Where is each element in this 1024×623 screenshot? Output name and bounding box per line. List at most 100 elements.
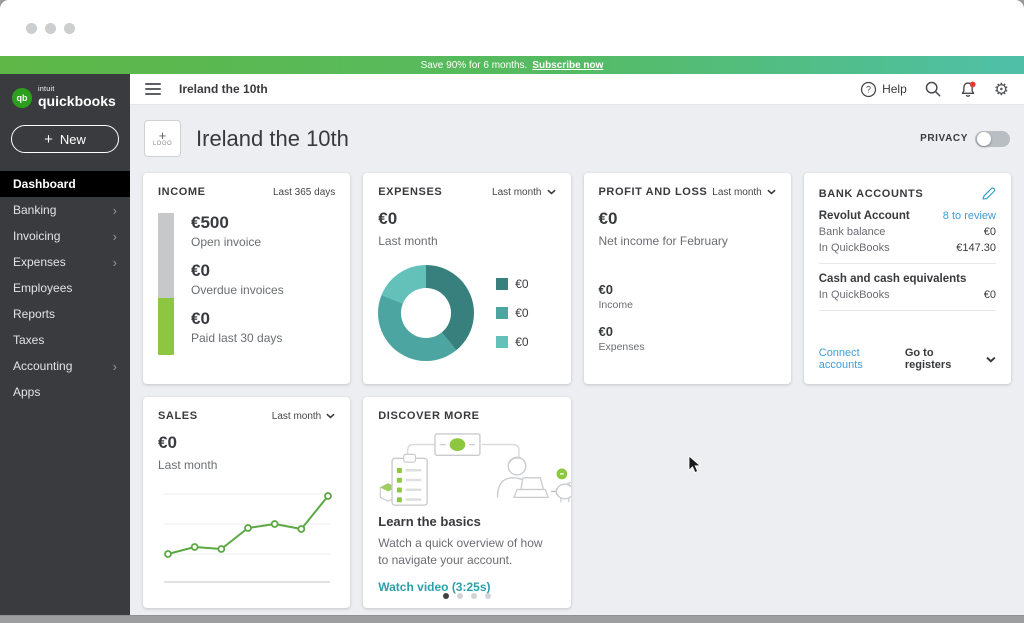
sidebar-item-banking[interactable]: Banking ›: [0, 197, 130, 223]
carousel-dots: [363, 593, 570, 599]
legend-item: €0: [496, 335, 528, 349]
income-card: INCOME Last 365 days €500 Op: [143, 173, 350, 384]
connect-accounts-link[interactable]: Connect accounts: [819, 347, 905, 371]
sidebar-item-taxes[interactable]: Taxes: [0, 327, 130, 353]
discover-illustration: [378, 429, 570, 511]
window-close-button[interactable]: [26, 23, 37, 34]
divider: [819, 263, 996, 264]
income-overdue-invoices[interactable]: €0 Overdue invoices: [191, 261, 284, 297]
to-review-link[interactable]: 8 to review: [943, 210, 996, 222]
help-label: Help: [882, 82, 907, 96]
expenses-legend: €0 €0 €0: [496, 277, 528, 349]
gear-icon: ⚙: [994, 81, 1009, 98]
notifications-button[interactable]: [959, 80, 977, 99]
privacy-label: PRIVACY: [920, 133, 968, 144]
expenses-card: EXPENSES Last month €0 Last month: [363, 173, 570, 384]
sidebar-item-invoicing[interactable]: Invoicing ›: [0, 223, 130, 249]
promo-text: Save 90% for 6 months.: [421, 60, 528, 71]
discover-description: Watch a quick overview of how to navigat…: [378, 535, 555, 570]
income-title: INCOME: [158, 186, 206, 198]
sales-line-chart: [158, 482, 336, 586]
chevron-down-icon: [767, 189, 776, 195]
expenses-title: EXPENSES: [378, 186, 442, 198]
go-to-registers-dropdown[interactable]: Go to registers: [905, 347, 996, 371]
window-minimize-button[interactable]: [45, 23, 56, 34]
search-icon: [924, 80, 942, 98]
plus-icon: +: [159, 130, 167, 141]
bank-accounts-title: BANK ACCOUNTS: [819, 188, 924, 200]
promo-banner: Save 90% for 6 months. Subscribe now: [0, 56, 1024, 74]
divider: [819, 310, 996, 311]
help-icon: ?: [860, 81, 877, 98]
chevron-right-icon: ›: [113, 360, 117, 373]
legend-swatch: [496, 336, 508, 348]
hamburger-menu-icon[interactable]: [145, 83, 161, 95]
laptop-base: [514, 490, 548, 498]
income-open-invoice[interactable]: €500 Open invoice: [191, 213, 284, 249]
svg-text:?: ?: [866, 84, 871, 94]
bank-accounts-card: BANK ACCOUNTS Revolut Account 8 to revie…: [804, 173, 1011, 384]
chevron-down-icon: [547, 189, 556, 195]
window-zoom-button[interactable]: [64, 23, 75, 34]
profit-loss-title: PROFIT AND LOSS: [599, 186, 708, 198]
settings-button[interactable]: ⚙: [994, 81, 1009, 98]
sidebar-item-dashboard[interactable]: Dashboard: [0, 171, 130, 197]
sidebar-item-reports[interactable]: Reports: [0, 301, 130, 327]
dashboard-content: + LOGO Ireland the 10th PRIVACY INCOME: [130, 105, 1024, 615]
discover-more-title: DISCOVER MORE: [378, 410, 479, 422]
page-title: Ireland the 10th: [196, 126, 349, 152]
carousel-dot[interactable]: [485, 593, 491, 599]
income-paid-last-30[interactable]: €0 Paid last 30 days: [191, 309, 284, 345]
income-bar-chart: [158, 213, 174, 355]
legend-swatch: [496, 307, 508, 319]
quickbooks-logo: qb intuit quickbooks: [0, 74, 130, 112]
company-logo-upload[interactable]: + LOGO: [144, 120, 181, 157]
legend-item: €0: [496, 277, 528, 291]
brand-quickbooks: quickbooks: [38, 93, 116, 109]
sidebar-item-apps[interactable]: Apps: [0, 379, 130, 405]
sales-card: SALES Last month €0 Last month: [143, 397, 350, 608]
income-bar-paid: [158, 298, 174, 355]
new-button[interactable]: + New: [11, 125, 119, 153]
browser-window: Save 90% for 6 months. Subscribe now qb …: [0, 0, 1024, 615]
sidebar: qb intuit quickbooks + New Dashboard Ban…: [0, 74, 130, 615]
chevron-down-icon: [986, 356, 996, 363]
chevron-down-icon: [326, 413, 335, 419]
qb-badge-icon: qb: [12, 88, 32, 108]
brand-intuit: intuit: [38, 86, 116, 93]
watch-video-link[interactable]: Watch video (3:25s): [378, 580, 555, 594]
carousel-dot[interactable]: [443, 593, 449, 599]
edit-accounts-button[interactable]: [981, 186, 996, 201]
expenses-amount: €0: [378, 209, 555, 229]
sidebar-item-expenses[interactable]: Expenses ›: [0, 249, 130, 275]
pl-expenses-item: €0 Expenses: [599, 324, 776, 353]
sales-period-dropdown[interactable]: Last month: [272, 411, 335, 422]
pl-income-item: €0 Income: [599, 282, 776, 311]
bank-account-name: Revolut Account: [819, 210, 910, 222]
plus-icon: +: [44, 132, 53, 147]
browser-chrome: [0, 0, 1024, 56]
help-button[interactable]: ? Help: [860, 81, 907, 98]
privacy-toggle[interactable]: [975, 131, 1010, 147]
chevron-right-icon: ›: [113, 256, 117, 269]
new-button-label: New: [60, 132, 86, 147]
expenses-donut-chart: [378, 265, 474, 361]
sidebar-item-employees[interactable]: Employees: [0, 275, 130, 301]
cash-equivalents-title: Cash and cash equivalents: [819, 273, 967, 285]
discover-more-card: DISCOVER MORE: [363, 397, 570, 608]
search-button[interactable]: [924, 80, 942, 98]
toggle-knob: [977, 132, 991, 146]
discover-heading: Learn the basics: [378, 514, 555, 529]
carousel-dot[interactable]: [471, 593, 477, 599]
subscribe-now-link[interactable]: Subscribe now: [532, 60, 603, 71]
chevron-right-icon: ›: [113, 230, 117, 243]
sidebar-item-accounting[interactable]: Accounting ›: [0, 353, 130, 379]
laptop-screen: [521, 478, 543, 490]
profit-loss-period-dropdown[interactable]: Last month: [712, 187, 775, 198]
income-period: Last 365 days: [273, 187, 335, 198]
piggy-bank: [557, 484, 571, 499]
legend-item: €0: [496, 306, 528, 320]
expenses-period-dropdown[interactable]: Last month: [492, 187, 555, 198]
carousel-dot[interactable]: [457, 593, 463, 599]
chevron-right-icon: ›: [113, 204, 117, 217]
